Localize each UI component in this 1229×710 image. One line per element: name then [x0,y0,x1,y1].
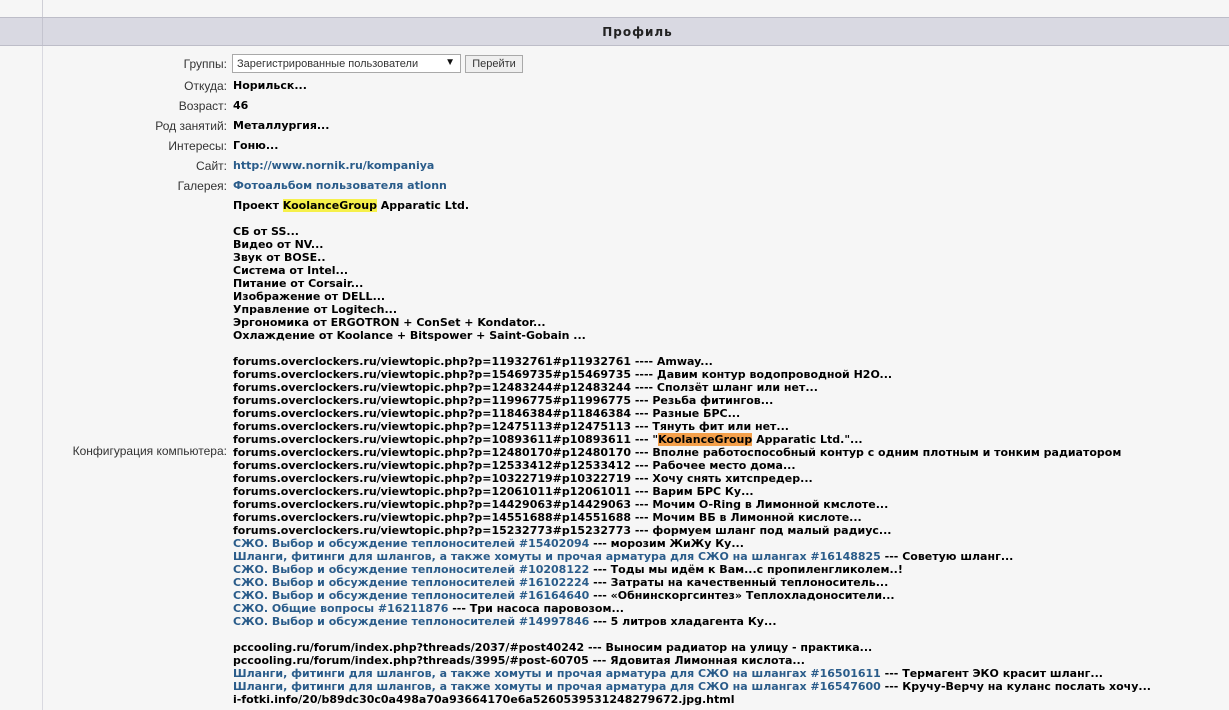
component-line: Звук от BOSE.. [233,251,326,264]
oc-link-line: forums.overclockers.ru/viewtopic.php?p=1… [233,368,893,381]
forum-link-line: СЖО. Выбор и обсуждение теплоносителей #… [233,615,1151,628]
occupation-label: Род занятий: [155,119,227,133]
forum-link-line: Шланги, фитинги для шлангов, а также хом… [233,550,1151,563]
forum-link-note: --- морозим ЖиЖу Ку... [589,537,744,550]
website-label: Сайт: [195,159,227,173]
signature-block: Проект KoolanceGroup Apparatic Ltd. СБ о… [233,199,1151,706]
forum-link-line: СЖО. Выбор и обсуждение теплоносителей #… [233,589,1151,602]
oc-link-line: forums.overclockers.ru/viewtopic.php?p=1… [233,459,796,472]
forum-link-note: --- Термагент ЭКО красит шланг... [880,667,1103,680]
oc-link-line-koolance: forums.overclockers.ru/viewtopic.php?p=1… [233,433,1151,446]
component-line: Питание от Corsair... [233,277,364,290]
age-value: 46 [233,99,249,112]
forum-topic-link[interactable]: Шланги, фитинги для шлангов, а также хом… [233,667,881,680]
oc-link-line: forums.overclockers.ru/viewtopic.php?p=1… [233,420,789,433]
highlight-term: KoolanceGroup [282,199,377,212]
component-line: Охлаждение от Koolance + Bitspower + Sai… [233,329,586,342]
interests-value: Гоню... [233,139,279,152]
page-title: Профиль [602,25,673,39]
config-label: Конфигурация компьютера: [72,444,227,458]
forum-link-note: --- Кручу-Верчу на куланс послать хочу..… [880,680,1151,693]
koolance-link-prefix: forums.overclockers.ru/viewtopic.php?p=1… [233,433,659,446]
oc-link-line: forums.overclockers.ru/viewtopic.php?p=1… [233,446,1122,459]
forum-link-note: --- Три насоса паровозом... [448,602,624,615]
website-link[interactable]: http://www.nornik.ru/kompaniya [233,159,434,172]
forum-link-note: --- Затраты на качественный теплоносител… [589,576,889,589]
groups-selected-value: Зарегистрированные пользователи [237,58,419,70]
forum-link-line: СЖО. Выбор и обсуждение теплоносителей #… [233,537,1151,550]
go-button[interactable]: Перейти [465,55,523,73]
oc-link-line: forums.overclockers.ru/viewtopic.php?p=1… [233,472,813,485]
gallery-label: Галерея: [177,179,227,193]
component-line: Система от Intel... [233,264,349,277]
pccooling-link-line: pccooling.ru/forum/index.php?threads/399… [233,654,805,667]
component-line: Видео от NV... [233,238,324,251]
component-line: Эргономика от ERGOTRON + ConSet + Kondat… [233,316,546,329]
oc-link-line: forums.overclockers.ru/viewtopic.php?p=1… [233,394,774,407]
image-link-line: i-fotki.info/20/b89dc30c0a498a70a9366417… [233,693,735,706]
forum-link-line: СЖО. Выбор и обсуждение теплоносителей #… [233,576,1151,589]
project-suffix: Apparatic Ltd. [376,199,470,212]
component-line: СБ от SS... [233,225,299,238]
gallery-link[interactable]: Фотоальбом пользователя atlonn [233,179,447,192]
forum-link-line: СЖО. Выбор и обсуждение теплоносителей #… [233,563,1151,576]
location-value: Норильск... [233,79,307,92]
component-line: Управление от Logitech... [233,303,398,316]
project-prefix: Проект [233,199,283,212]
forum-topic-link[interactable]: Шланги, фитинги для шлангов, а также хом… [233,680,881,693]
profile-header: Профиль [0,17,1229,46]
occupation-value: Металлургия... [233,119,330,132]
forum-topic-link[interactable]: СЖО. Общие вопросы #16211876 [233,602,448,615]
oc-link-line: forums.overclockers.ru/viewtopic.php?p=1… [233,498,889,511]
oc-link-line: forums.overclockers.ru/viewtopic.php?p=1… [233,511,862,524]
forum-topic-link[interactable]: СЖО. Выбор и обсуждение теплоносителей #… [233,537,589,550]
forum-link-line: СЖО. Общие вопросы #16211876 --- Три нас… [233,602,1151,615]
forum-topic-link[interactable]: СЖО. Выбор и обсуждение теплоносителей #… [233,615,589,628]
forum-link-note: --- «Обнинскоргсинтез» Теплохладоносител… [589,589,895,602]
forum-topic-link[interactable]: СЖО. Выбор и обсуждение теплоносителей #… [233,563,589,576]
pccooling-link-line: pccooling.ru/forum/index.php?threads/203… [233,641,873,654]
interests-label: Интересы: [168,139,227,153]
highlight-term: KoolanceGroup [658,433,753,446]
koolance-link-suffix: Apparatic Ltd."... [752,433,863,446]
groups-select[interactable]: Зарегистрированные пользователи ▼ [232,54,461,73]
forum-topic-link[interactable]: СЖО. Выбор и обсуждение теплоносителей #… [233,589,589,602]
location-label: Откуда: [184,79,227,93]
column-divider [42,0,43,17]
dropdown-arrow-icon: ▼ [445,57,455,68]
forum-link-note: --- 5 литров хладагента Ку... [589,615,777,628]
component-line: Изображение от DELL... [233,290,386,303]
forum-link-note: --- Тоды мы идём к Вам...с пропиленглико… [589,563,903,576]
forum-link-line: Шланги, фитинги для шлангов, а также хом… [233,680,1151,693]
project-line: Проект KoolanceGroup Apparatic Ltd. [233,199,1151,212]
oc-link-line: forums.overclockers.ru/viewtopic.php?p=1… [233,407,741,420]
forum-link-line: Шланги, фитинги для шлангов, а также хом… [233,667,1151,680]
oc-link-line: forums.overclockers.ru/viewtopic.php?p=1… [233,381,818,394]
oc-link-line: forums.overclockers.ru/viewtopic.php?p=1… [233,524,892,537]
forum-link-note: --- Советую шланг... [880,550,1014,563]
groups-label: Группы: [183,57,227,71]
age-label: Возраст: [178,99,227,113]
oc-link-line: forums.overclockers.ru/viewtopic.php?p=1… [233,485,754,498]
top-strip [0,0,1229,17]
forum-topic-link[interactable]: Шланги, фитинги для шлангов, а также хом… [233,550,881,563]
profile-content: Группы: Зарегистрированные пользователи … [0,46,1229,710]
oc-link-line: forums.overclockers.ru/viewtopic.php?p=1… [233,355,713,368]
forum-topic-link[interactable]: СЖО. Выбор и обсуждение теплоносителей #… [233,576,589,589]
